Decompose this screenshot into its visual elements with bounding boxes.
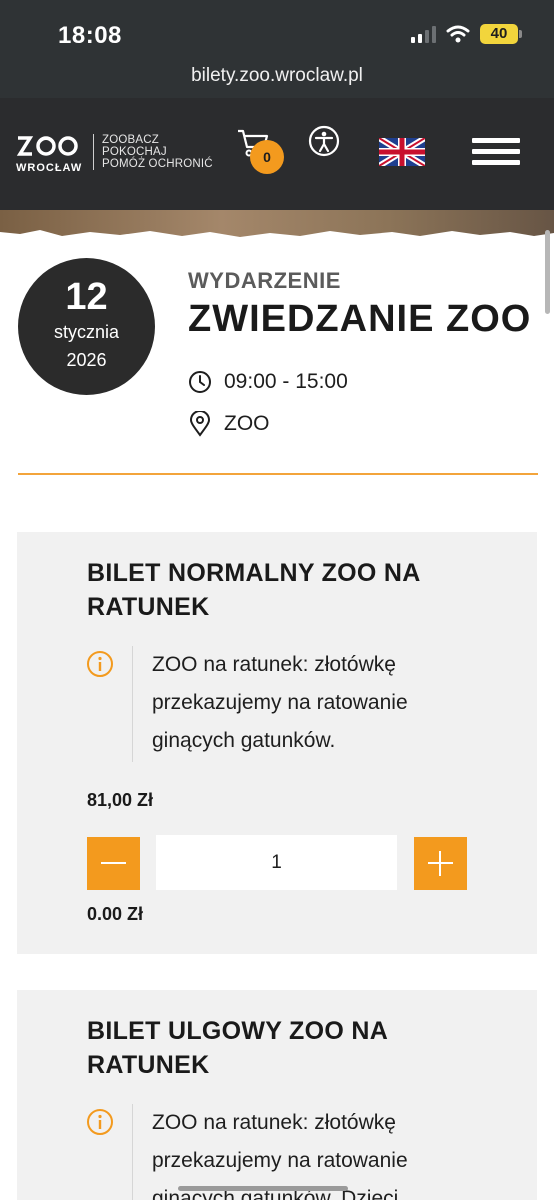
info-icon — [87, 651, 113, 677]
page-scrollbar[interactable] — [545, 230, 550, 314]
zoo-logo-mark-icon — [16, 136, 78, 156]
menu-bar — [472, 160, 520, 165]
menu-bar — [472, 149, 520, 154]
tagline-line-3: POMÓŻ OCHRONIĆ — [102, 158, 213, 170]
event-time-row: 09:00 - 15:00 — [188, 370, 348, 394]
event-title: ZWIEDZANIE ZOO — [188, 298, 532, 340]
uk-flag-icon — [377, 135, 427, 169]
tagline-line-1: ZOOBACZ — [102, 134, 159, 146]
signal-icon — [411, 25, 436, 43]
ticket-info-text: ZOO na ratunek: złotówkę przekazujemy na… — [152, 653, 408, 752]
event-month: stycznia — [53, 322, 120, 342]
cart-count-badge[interactable]: 0 — [250, 140, 284, 174]
event-day: 12 — [65, 276, 108, 318]
ticket-price: 81,00 Zł — [87, 790, 154, 810]
ticket-card-normal: BILET NORMALNY ZOO NA RATUNEK ZOO na rat… — [17, 532, 537, 954]
event-date-badge: 12 stycznia 2026 — [18, 258, 155, 395]
wifi-icon — [446, 25, 470, 43]
status-bar: 18:08 40 — [0, 0, 554, 62]
language-switch[interactable] — [377, 135, 427, 169]
battery-icon: 40 — [480, 24, 522, 44]
clock-icon — [189, 371, 211, 393]
accessibility-icon — [308, 125, 340, 157]
url-bar[interactable]: bilety.zoo.wroclaw.pl — [0, 62, 554, 98]
event-kicker: WYDARZENIE — [188, 268, 341, 293]
logo-divider — [93, 134, 94, 170]
increase-quantity-button[interactable] — [414, 837, 467, 890]
section-divider — [18, 473, 538, 475]
info-divider — [132, 1104, 133, 1200]
logo-text: WROCŁAW — [16, 162, 83, 174]
event-place: ZOO — [224, 412, 270, 435]
event-time: 09:00 - 15:00 — [224, 370, 348, 393]
status-time: 18:08 — [58, 22, 122, 49]
ticket-subtotal: 0.00 Zł — [87, 904, 144, 924]
location-pin-icon — [189, 411, 211, 437]
ticket-title: BILET NORMALNY ZOO NA RATUNEK — [87, 559, 420, 621]
ticket-title: BILET ULGOWY ZOO NA RATUNEK — [87, 1017, 388, 1079]
decrease-quantity-button[interactable] — [87, 837, 140, 890]
ticket-card-reduced: BILET ULGOWY ZOO NA RATUNEK ZOO na ratun… — [17, 990, 537, 1200]
info-divider — [132, 646, 133, 762]
info-icon — [87, 1109, 113, 1135]
accessibility-button[interactable] — [308, 125, 340, 157]
hamburger-menu-button[interactable] — [472, 138, 520, 166]
status-icons: 40 — [411, 24, 522, 44]
quantity-input[interactable] — [156, 835, 397, 890]
hero-photo-strip — [0, 210, 554, 246]
menu-bar — [472, 138, 520, 143]
event-year: 2026 — [66, 350, 107, 370]
tagline: ZOOBACZ POKOCHAJ POMÓŻ OCHRONIĆ — [102, 134, 213, 170]
home-indicator[interactable] — [178, 1186, 348, 1191]
tagline-line-2: POKOCHAJ — [102, 146, 167, 158]
event-place-row: ZOO — [188, 411, 270, 437]
zoo-logo[interactable]: WROCŁAW — [16, 134, 88, 174]
